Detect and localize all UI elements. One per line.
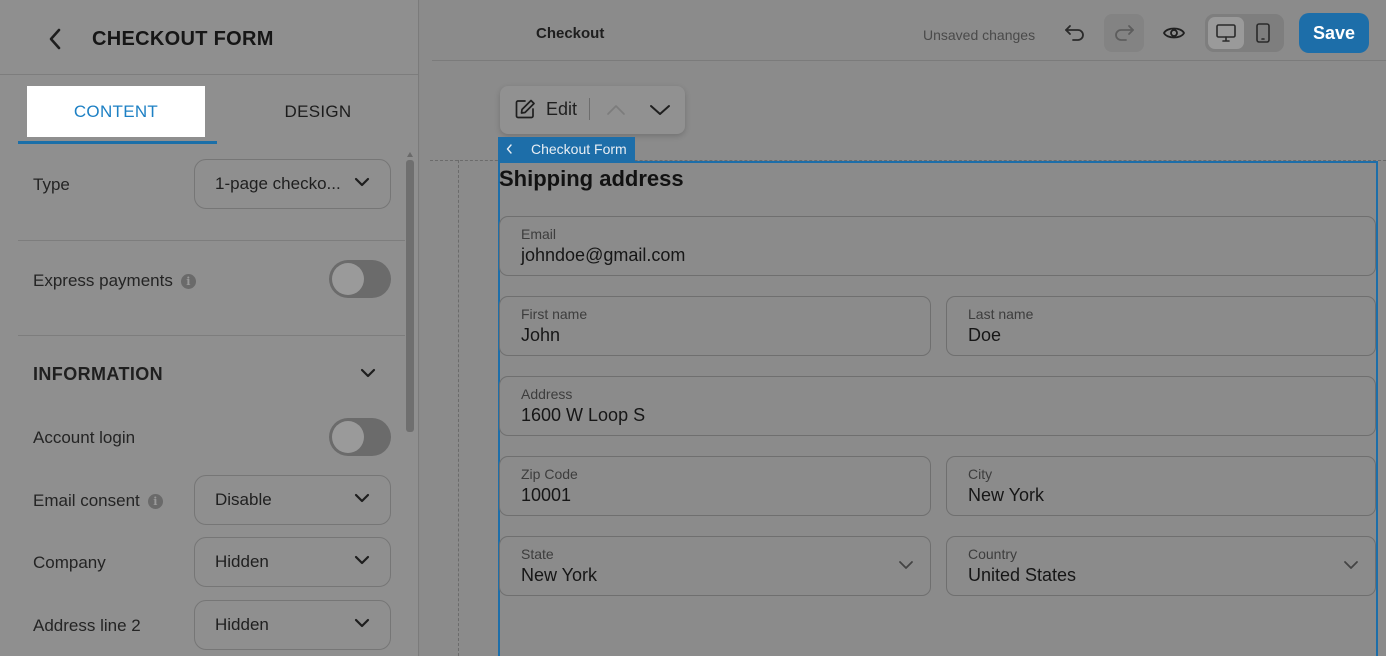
account-login-label: Account login [33,428,136,447]
save-status: Unsaved changes [923,27,1036,43]
last-name-field-label: Last name [968,306,1034,322]
type-label: Type [33,175,70,194]
move-up-button[interactable] [603,98,629,122]
email-field[interactable]: Email johndoe@gmail.com [499,216,1376,276]
preview-button[interactable] [1154,14,1194,52]
type-select[interactable]: 1-page checko... [194,159,391,209]
state-select-label: State [521,546,554,562]
chevron-down-icon [354,177,370,187]
express-payments-label: Express payments i [33,271,196,291]
address-line-2-select[interactable]: Hidden [194,600,391,650]
redo-button[interactable] [1104,14,1144,52]
divider [18,240,405,241]
toggle-knob [332,263,364,295]
redo-icon [1115,25,1134,41]
last-name-field[interactable]: Last name Doe [946,296,1376,356]
last-name-field-value: Doe [968,325,1002,345]
address-field[interactable]: Address 1600 W Loop S [499,376,1376,436]
express-payments-text: Express payments [33,271,173,290]
panel-scrollbar[interactable] [405,152,415,656]
panel-title: CHECKOUT FORM [92,28,274,50]
mobile-icon [1256,23,1270,43]
undo-button[interactable] [1055,14,1095,52]
zip-code-field-value: 10001 [521,485,572,505]
settings-panel: CHECKOUT FORM CONTENT DESIGN Type 1-page… [0,0,419,656]
first-name-field[interactable]: First name John [499,296,931,356]
scroll-thumb[interactable] [406,160,414,432]
chevron-left-icon [49,28,61,50]
address-line-2-label: Address line 2 [33,616,141,635]
tab-content[interactable]: CONTENT [27,86,205,137]
block-toolbar: Edit [500,86,685,134]
address-field-value: 1600 W Loop S [521,405,646,425]
desktop-view-button[interactable] [1208,17,1244,49]
email-consent-value: Disable [215,490,272,509]
device-switcher [1205,14,1284,52]
email-field-label: Email [521,226,557,242]
edit-pencil-icon [515,99,535,119]
state-select[interactable]: State New York [499,536,931,596]
active-tab-indicator [18,141,217,144]
chevron-down-icon [354,618,370,628]
address-line-2-value: Hidden [215,615,269,634]
tab-design[interactable]: DESIGN [228,86,408,137]
company-value: Hidden [215,552,269,571]
toolbar-separator [589,98,590,120]
city-field-label: City [968,466,993,482]
email-consent-text: Email consent [33,491,140,510]
country-select-value: United States [968,565,1077,585]
save-button[interactable]: Save [1299,13,1369,53]
scroll-up-arrow-icon[interactable] [407,152,413,157]
first-name-field-value: John [521,325,561,345]
country-select-label: Country [968,546,1018,562]
country-select[interactable]: Country United States [946,536,1376,596]
chevron-down-icon [354,493,370,503]
company-select[interactable]: Hidden [194,537,391,587]
page-name: Checkout [536,25,605,42]
toggle-knob [332,421,364,453]
panel-header: CHECKOUT FORM [0,0,418,75]
info-icon[interactable]: i [147,493,163,509]
selected-block-name: Checkout Form [531,141,627,157]
chevron-down-icon [1344,561,1358,569]
move-down-button[interactable] [647,98,673,122]
eye-icon [1162,27,1186,39]
chevron-down-icon [354,555,370,565]
first-name-field-label: First name [521,306,588,322]
edit-label: Edit [546,98,578,119]
edit-button[interactable]: Edit [514,98,577,120]
type-value: 1-page checko... [215,174,341,193]
account-login-toggle[interactable] [329,418,391,456]
panel-tabs: CONTENT DESIGN [18,76,418,146]
city-field[interactable]: City New York [946,456,1376,516]
express-payments-toggle[interactable] [329,260,391,298]
mobile-view-button[interactable] [1245,17,1281,49]
desktop-icon [1216,24,1236,42]
zip-code-field[interactable]: Zip Code 10001 [499,456,931,516]
city-field-value: New York [968,485,1045,505]
state-select-value: New York [521,565,598,585]
email-consent-select[interactable]: Disable [194,475,391,525]
information-section-title: INFORMATION [33,364,164,384]
email-consent-label: Email consent i [33,491,163,511]
undo-icon [1065,25,1084,41]
canvas-guide-vertical [458,160,459,656]
chevron-down-icon[interactable] [358,366,378,380]
company-label: Company [33,553,106,572]
zip-code-field-label: Zip Code [521,466,578,482]
address-field-label: Address [521,386,573,402]
divider [18,335,405,336]
chevron-up-icon [607,105,625,115]
info-icon[interactable]: i [180,273,196,289]
selected-block-label[interactable]: Checkout Form [498,137,635,161]
editor-topbar: Checkout Unsaved changes Save [432,0,1386,61]
shipping-address-title: Shipping address [499,166,684,191]
chevron-down-icon [650,105,670,115]
chevron-left-icon [506,144,512,154]
editor-canvas: Checkout Unsaved changes Save Edit Check… [420,0,1386,656]
back-button[interactable] [40,24,70,54]
chevron-down-icon [899,561,913,569]
email-field-value: johndoe@gmail.com [521,245,686,265]
